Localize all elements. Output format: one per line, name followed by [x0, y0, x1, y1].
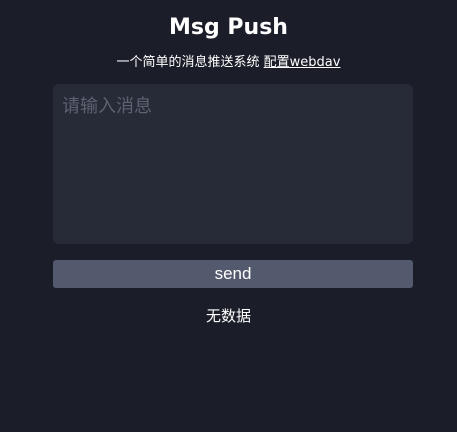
app-container: Msg Push 一个简单的消息推送系统 配置webdav send 无数据: [0, 0, 457, 432]
page-subtitle: 一个简单的消息推送系统 配置webdav: [0, 54, 457, 72]
message-input[interactable]: [53, 84, 413, 244]
empty-state-text: 无数据: [205, 307, 251, 325]
subtitle-text: 一个简单的消息推送系统: [116, 55, 260, 70]
config-webdav-link[interactable]: 配置webdav: [264, 55, 341, 70]
send-button[interactable]: send: [53, 260, 413, 288]
page-title: Msg Push: [169, 15, 288, 40]
